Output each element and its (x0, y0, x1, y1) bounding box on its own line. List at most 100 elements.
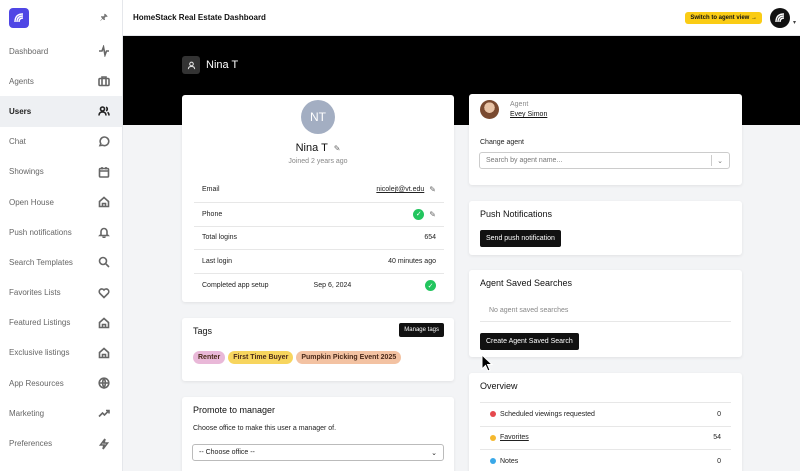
user-icon (182, 56, 200, 74)
switch-to-agent-view-button[interactable]: Switch to agent view → (685, 11, 762, 24)
email-label: Email (202, 186, 220, 194)
profile-name: Nina T (295, 142, 328, 154)
sidebar-item-showings[interactable]: Showings (0, 157, 122, 187)
sidebar-item-users[interactable]: Users (0, 96, 122, 127)
sidebar-item-open-house[interactable]: Open House (0, 187, 122, 217)
office-select[interactable]: -- Choose office -- ⌄ (192, 444, 444, 461)
sidebar-item-app-resources[interactable]: App Resources (0, 368, 122, 398)
chevron-down-icon: ⌄ (717, 157, 723, 165)
sidebar-item-agents[interactable]: Agents (0, 66, 122, 96)
hero-user-name: Nina T (206, 59, 239, 71)
app-setup-status: ✓ (425, 280, 436, 292)
last-login-row: Last login 40 minutes ago (194, 249, 444, 273)
sidebar-item-featured-listings[interactable]: Featured Listings (0, 308, 122, 338)
change-agent-label: Change agent (480, 139, 524, 146)
edit-email-icon[interactable]: ✎ (429, 185, 436, 194)
overview-row-notes: Notes 0 (480, 449, 731, 471)
overview-row-label: Notes (500, 457, 519, 465)
avatar: NT (301, 100, 335, 134)
promote-manager-card: Promote to manager Choose office to make… (182, 397, 454, 471)
push-notifications-card: Push Notifications Send push notificatio… (469, 201, 742, 255)
sidebar-item-label: Exclusive listings (9, 348, 70, 358)
saved-searches-title: Agent Saved Searches (480, 278, 573, 288)
phone-row: Phone ✓ ✎ (194, 201, 444, 226)
sidebar-item-push-notifications[interactable]: Push notifications (0, 217, 122, 247)
favorites-link[interactable]: Favorites (500, 434, 529, 441)
tag-pumpkin-picking-event[interactable]: Pumpkin Picking Event 2025 (296, 351, 402, 364)
last-login-label: Last login (202, 258, 232, 266)
homestack-logo[interactable] (9, 8, 29, 28)
email-value-group: nicolejt@vt.edu ✎ (376, 185, 436, 194)
total-logins-label: Total logins (202, 234, 238, 242)
activity-icon (99, 45, 109, 58)
edit-phone-icon[interactable]: ✎ (429, 210, 436, 219)
agent-avatar (480, 100, 499, 119)
sidebar-item-chat[interactable]: Chat (0, 127, 122, 157)
home-icon (98, 347, 110, 359)
yellow-dot-icon (490, 434, 496, 441)
briefcase-icon (98, 76, 110, 87)
sidebar-item-favorites-lists[interactable]: Favorites Lists (0, 278, 122, 308)
promote-title: Promote to manager (193, 405, 276, 415)
joined-date: Joined 2 years ago (288, 158, 348, 165)
agent-label: Agent (510, 101, 529, 108)
overview-row-label: Scheduled viewings requested (500, 410, 595, 418)
red-dot-icon (490, 411, 496, 418)
total-logins-value: 654 (424, 234, 436, 242)
agent-search-placeholder: Search by agent name... (486, 157, 563, 164)
sidebar-item-marketing[interactable]: Marketing (0, 398, 122, 428)
sidebar-item-search-templates[interactable]: Search Templates (0, 247, 122, 277)
tag-renter[interactable]: Renter (193, 351, 226, 364)
office-select-value: -- Choose office -- (199, 449, 255, 456)
chat-icon (98, 135, 110, 147)
user-heading: Nina T (182, 56, 238, 74)
agent-saved-searches-card: Agent Saved Searches No agent saved sear… (469, 270, 742, 357)
promote-description: Choose office to make this user a manage… (193, 425, 337, 432)
dropdown-caret-icon: ▾ (792, 19, 796, 26)
sidebar-item-label: Dashboard (9, 46, 49, 56)
tag-first-time-buyer[interactable]: First Time Buyer (228, 351, 294, 364)
calendar-icon (98, 166, 110, 178)
sidebar-item-preferences[interactable]: Preferences (0, 428, 122, 458)
tag-list: Renter First Time Buyer Pumpkin Picking … (193, 351, 402, 364)
home-icon (98, 317, 110, 329)
overview-row-count: 0 (717, 410, 721, 418)
agent-name-link[interactable]: Evey Simon (510, 111, 547, 118)
sidebar: 🖈 Dashboard Agents Users Chat Showings O… (0, 0, 123, 471)
users-icon (98, 106, 110, 117)
sidebar-item-dashboard[interactable]: Dashboard (0, 36, 122, 66)
app-setup-date: Sep 6, 2024 (313, 282, 352, 290)
trending-icon (98, 410, 110, 418)
sidebar-item-label: Chat (9, 137, 26, 147)
email-value[interactable]: nicolejt@vt.edu (376, 186, 424, 193)
blue-dot-icon (490, 458, 496, 465)
sidebar-item-exclusive-listings[interactable]: Exclusive listings (0, 338, 122, 368)
push-title: Push Notifications (480, 209, 553, 219)
overview-row-scheduled-viewings: Scheduled viewings requested 0 (480, 402, 731, 426)
sidebar-item-label: App Resources (9, 378, 64, 388)
app-setup-label: Completed app setup (202, 282, 269, 290)
bell-icon (98, 227, 110, 239)
account-menu-avatar[interactable]: ▾ (770, 7, 796, 28)
sidebar-item-label: Favorites Lists (9, 288, 61, 298)
agent-search-input[interactable]: Search by agent name... ⌄ (479, 152, 730, 169)
edit-name-icon[interactable]: ✎ (334, 144, 341, 153)
manage-tags-button[interactable]: Manage tags (399, 323, 444, 337)
pin-sidebar-icon[interactable]: 🖈 (100, 10, 108, 26)
app-setup-row: Completed app setup Sep 6, 2024 ✓ (194, 273, 444, 297)
search-icon (98, 257, 110, 268)
overview-row-count: 0 (717, 457, 721, 465)
overview-title: Overview (480, 381, 518, 391)
mouse-cursor-icon (481, 354, 493, 372)
sidebar-item-label: Agents (9, 76, 34, 86)
send-push-notification-button[interactable]: Send push notification (480, 230, 561, 247)
phone-value-group: ✓ ✎ (413, 208, 436, 220)
tags-card: Tags Manage tags Renter First Time Buyer… (182, 318, 454, 381)
profile-card: NT Nina T ✎ Joined 2 years ago Email nic… (182, 95, 454, 302)
overview-row-count: 54 (713, 434, 721, 442)
completed-check-icon: ✓ (425, 280, 436, 292)
last-login-value: 40 minutes ago (388, 258, 436, 266)
create-agent-saved-search-button[interactable]: Create Agent Saved Search (480, 333, 579, 350)
app-title: HomeStack Real Estate Dashboard (133, 13, 266, 22)
sidebar-item-label: Showings (9, 167, 44, 177)
